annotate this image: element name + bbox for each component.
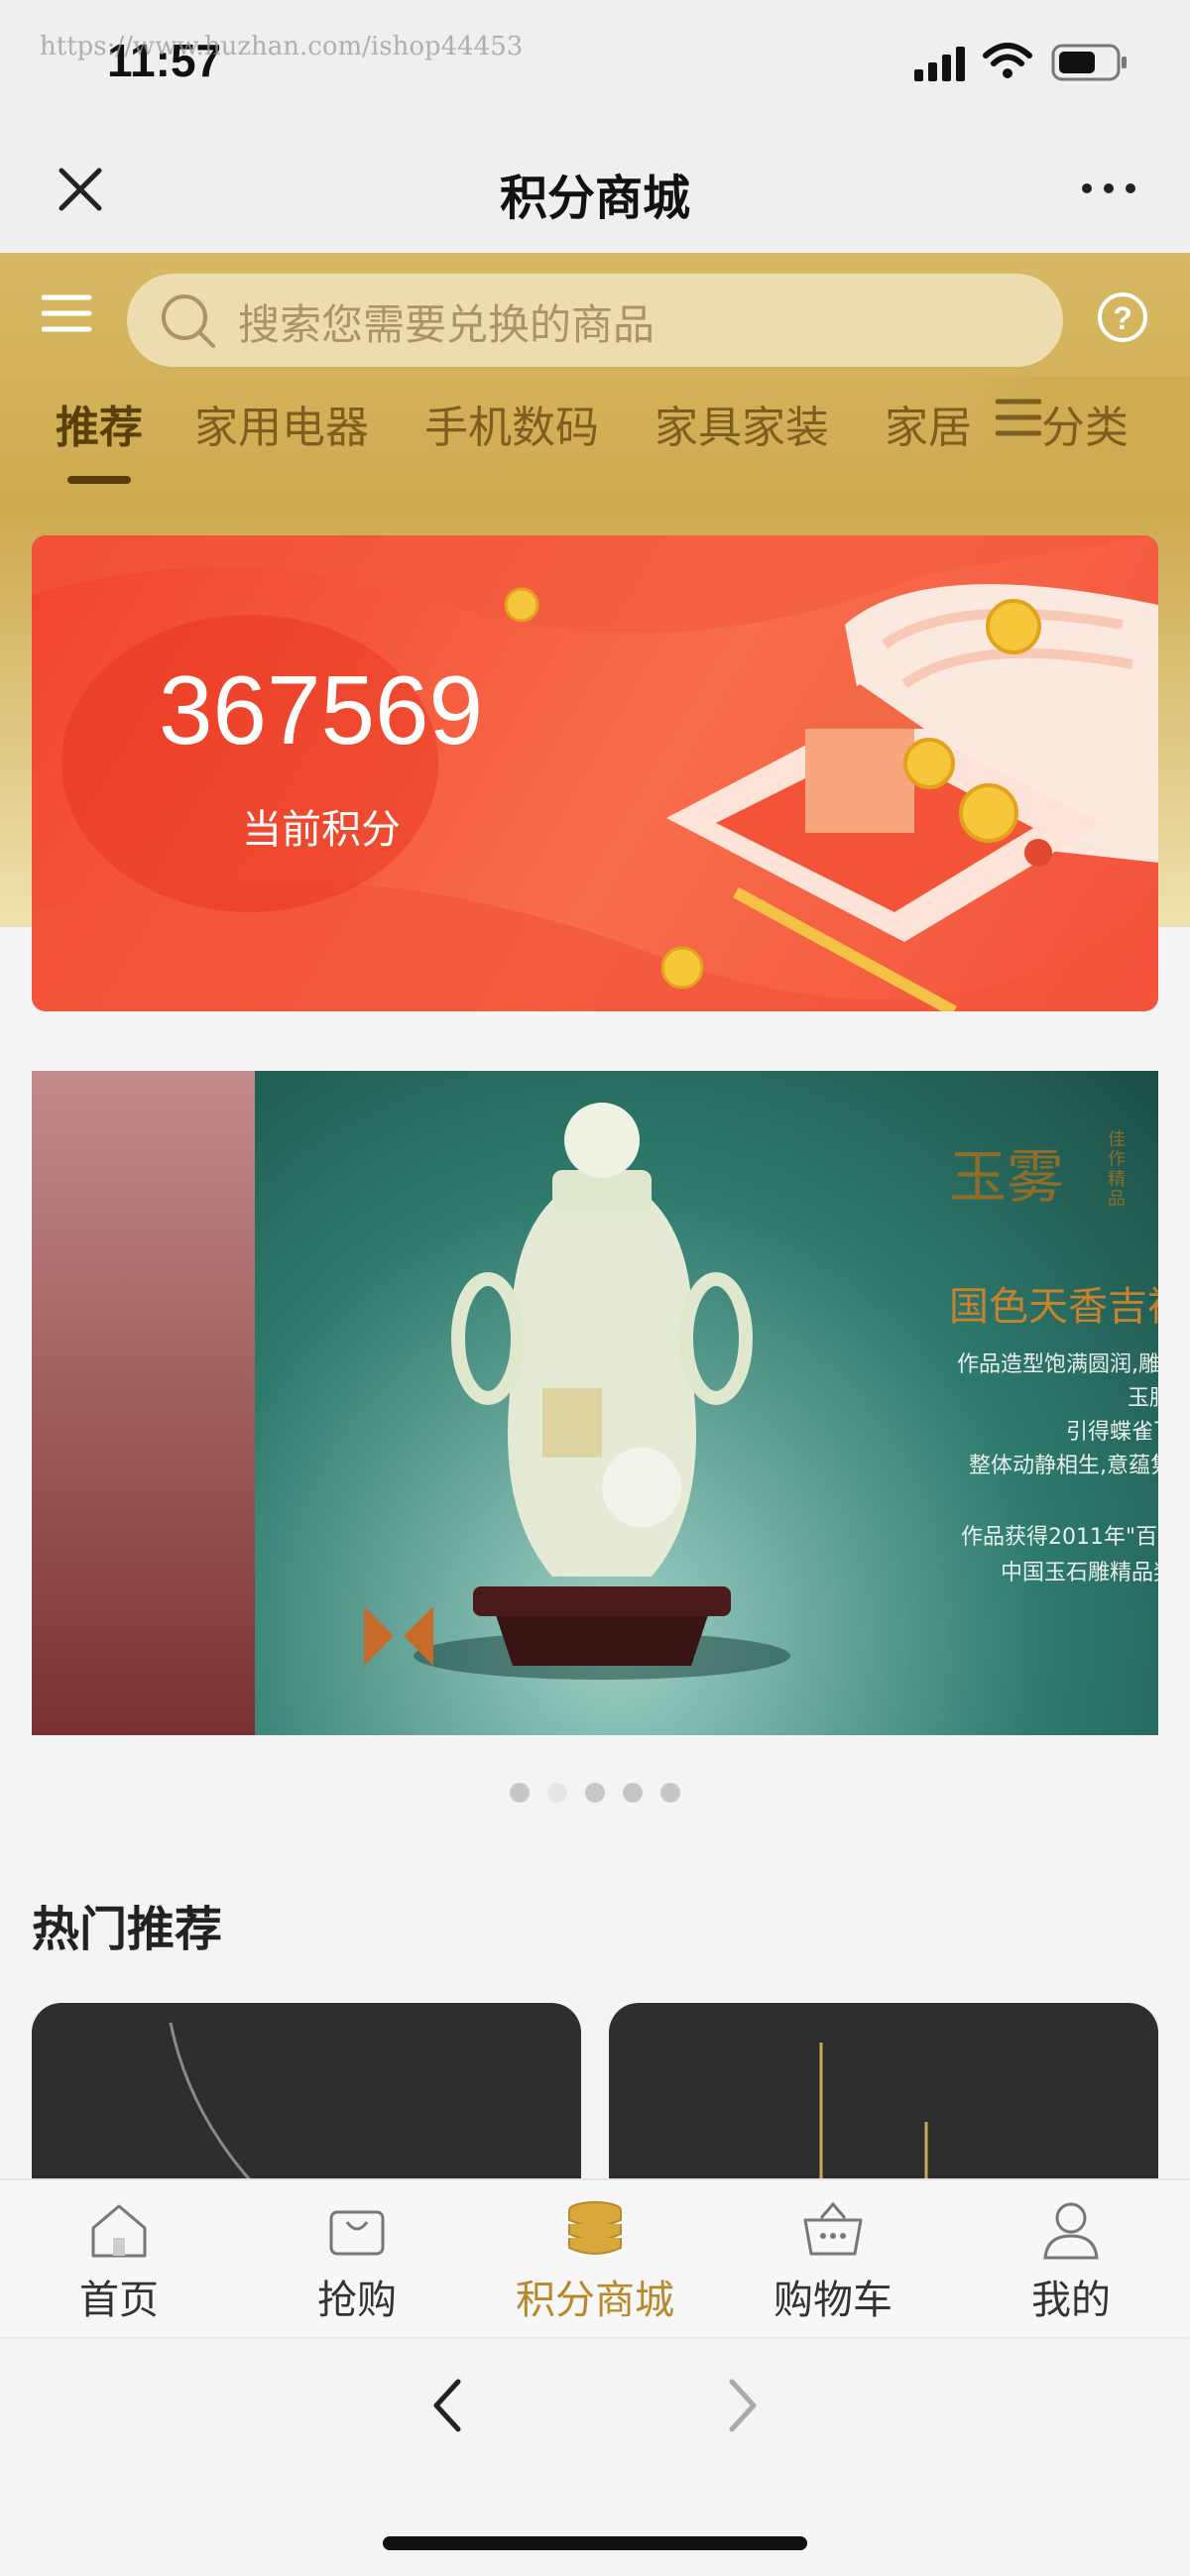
section-title-hot: 热门推荐 [32, 1902, 223, 1957]
forward-arrow-icon[interactable] [722, 2376, 762, 2435]
banner-side-text: 佳作精品 [1108, 1129, 1126, 1210]
carousel-dot[interactable] [623, 1783, 643, 1803]
banner-line-4: 整体动静相生,意蕴隽永 [969, 1454, 1158, 1478]
basket-icon [803, 2201, 863, 2256]
banner-prev-slide [32, 1071, 255, 1735]
wifi-icon [983, 43, 1032, 78]
category-all-button[interactable]: 分类 [995, 392, 1129, 453]
svg-text:?: ? [1113, 300, 1132, 336]
carousel-dot-active[interactable] [547, 1783, 567, 1803]
banner-carousel[interactable]: 玉雾 佳作精品 国色天香吉祥 作品造型饱满圆润,雕饰 玉脂 引得蝶雀飞舞 整体动… [32, 1071, 1158, 1735]
tabbar-flash-sale[interactable]: 抢购 [238, 2180, 476, 2339]
banner-slide[interactable]: 玉雾 佳作精品 国色天香吉祥 作品造型饱满圆润,雕饰 玉脂 引得蝶雀飞舞 整体动… [255, 1071, 1158, 1735]
carousel-dot[interactable] [660, 1783, 680, 1803]
menu-icon[interactable] [42, 293, 93, 333]
carousel-dot[interactable] [585, 1783, 605, 1803]
points-card-illustration [32, 535, 1158, 1011]
tabbar-profile-label: 我的 [1031, 2278, 1111, 2323]
carousel-dot[interactable] [510, 1783, 530, 1803]
more-options-icon[interactable] [1079, 178, 1138, 198]
banner-line-3: 引得蝶雀飞舞 [1066, 1420, 1158, 1445]
watermark: https://www.huzhan.com/ishop44453 [40, 32, 524, 61]
tabbar-points-mall[interactable]: 积分商城 [476, 2180, 714, 2339]
points-value: 367569 [159, 655, 484, 764]
tabbar-home[interactable]: 首页 [0, 2180, 238, 2339]
tabbar-cart[interactable]: 购物车 [714, 2180, 952, 2339]
points-label: 当前积分 [242, 807, 401, 853]
home-icon [91, 2204, 147, 2258]
banner-line-1: 作品造型饱满圆润,雕饰 [957, 1352, 1158, 1377]
tab-active-indicator [67, 476, 131, 484]
tabbar-points-mall-label: 积分商城 [516, 2278, 674, 2323]
help-icon[interactable]: ? [1095, 290, 1150, 345]
search-placeholder: 搜索您需要兑换的商品 [238, 300, 655, 349]
banner-logo-text: 玉雾 [949, 1143, 1065, 1211]
back-arrow-icon[interactable] [428, 2376, 468, 2435]
battery-icon [1051, 44, 1127, 81]
banner-award-line-2: 中国玉石雕精品奖一 [1001, 1561, 1158, 1585]
user-icon [1043, 2202, 1099, 2260]
tabbar-home-label: 首页 [79, 2278, 159, 2323]
tabbar-flash-sale-label: 抢购 [317, 2278, 397, 2323]
banner-line-2: 玉脂 [1128, 1386, 1158, 1411]
tab-recommend[interactable]: 推荐 [56, 392, 143, 455]
category-list-icon [995, 399, 1042, 436]
banner-award-line-1: 作品获得2011年"百花玉 [961, 1525, 1158, 1550]
home-indicator [383, 2536, 807, 2550]
cellular-signal-icon [914, 47, 965, 81]
tabbar-cart-label: 购物车 [774, 2278, 892, 2323]
coins-icon [568, 2201, 622, 2255]
banner-headline: 国色天香吉祥 [949, 1284, 1158, 1330]
tab-mobile-digital[interactable]: 手机数码 [424, 392, 599, 455]
tab-furniture[interactable]: 家具家装 [654, 392, 829, 455]
tab-home-living[interactable]: 家居 [885, 392, 972, 455]
page-title: 积分商城 [499, 171, 690, 226]
search-icon [162, 294, 215, 348]
category-all-label: 分类 [1041, 403, 1129, 453]
shopping-bag-icon [329, 2210, 385, 2256]
tabbar-profile[interactable]: 我的 [952, 2180, 1190, 2339]
points-card[interactable] [32, 535, 1158, 1011]
bottom-tab-bar: 首页 抢购 积分商城 购物车 我的 [0, 2178, 1190, 2339]
tab-home-appliances[interactable]: 家用电器 [194, 392, 369, 455]
